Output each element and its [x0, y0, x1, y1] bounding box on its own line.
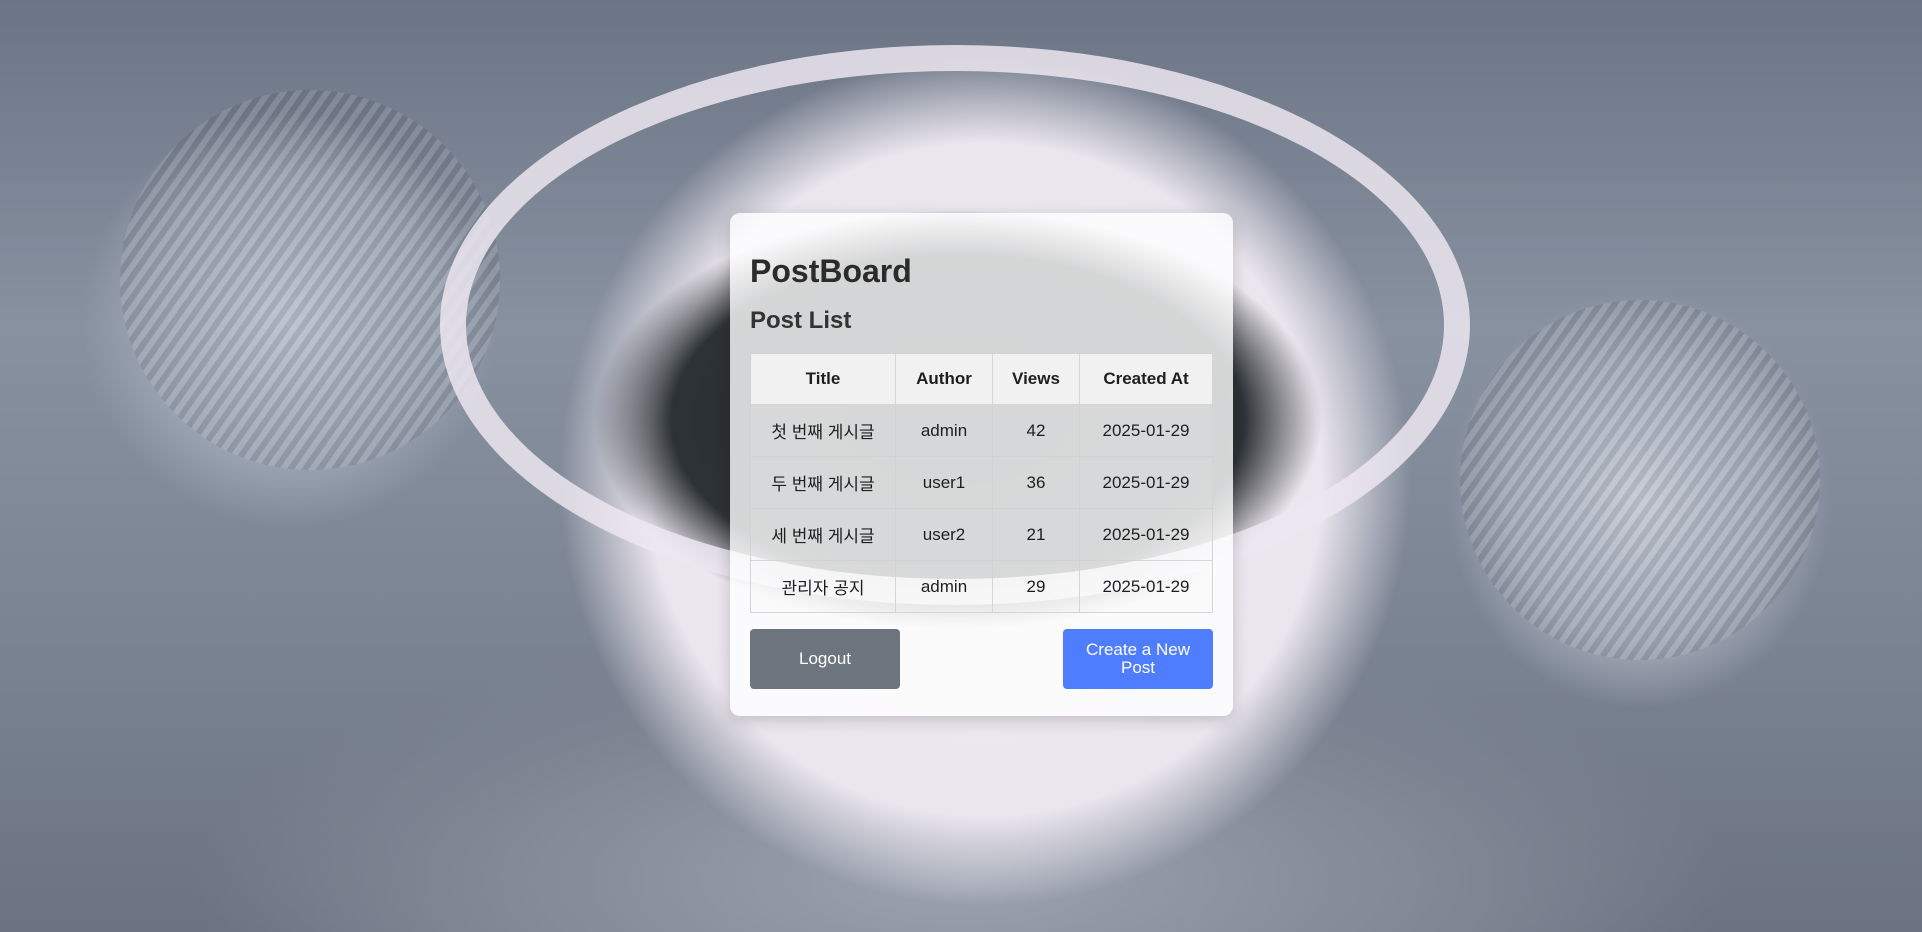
post-title-cell[interactable]: 관리자 공지 [750, 560, 896, 613]
column-header-views: Views [992, 353, 1080, 405]
post-views-cell: 42 [992, 404, 1080, 457]
column-header-created-at: Created At [1079, 353, 1213, 405]
action-bar: Logout Create a New Post [750, 629, 1213, 689]
page-title: Post List [750, 307, 852, 334]
mitten-right-decoration [1460, 300, 1820, 660]
post-author-cell: user2 [895, 508, 993, 561]
mitten-left-decoration [120, 90, 500, 470]
post-created-cell: 2025-01-29 [1079, 508, 1213, 561]
logout-button[interactable]: Logout [750, 629, 900, 689]
table-row[interactable]: 관리자 공지 admin 29 2025-01-29 [750, 560, 1213, 613]
post-author-cell: user1 [895, 456, 993, 509]
post-board-card: PostBoard Post List Title Author Views C… [730, 213, 1233, 716]
column-header-author: Author [895, 353, 993, 405]
post-views-cell: 29 [992, 560, 1080, 613]
post-created-cell: 2025-01-29 [1079, 560, 1213, 613]
brand-title: PostBoard [750, 253, 912, 289]
table-row[interactable]: 두 번째 게시글 user1 36 2025-01-29 [750, 456, 1213, 509]
post-table: Title Author Views Created At 첫 번째 게시글 a… [750, 353, 1213, 613]
post-author-cell: admin [895, 560, 993, 613]
post-views-cell: 21 [992, 508, 1080, 561]
create-post-button[interactable]: Create a New Post [1063, 629, 1213, 689]
post-created-cell: 2025-01-29 [1079, 404, 1213, 457]
post-author-cell: admin [895, 404, 993, 457]
post-title-cell[interactable]: 첫 번째 게시글 [750, 404, 896, 457]
table-row[interactable]: 첫 번째 게시글 admin 42 2025-01-29 [750, 404, 1213, 457]
post-title-cell[interactable]: 두 번째 게시글 [750, 456, 896, 509]
post-created-cell: 2025-01-29 [1079, 456, 1213, 509]
post-title-cell[interactable]: 세 번째 게시글 [750, 508, 896, 561]
table-row[interactable]: 세 번째 게시글 user2 21 2025-01-29 [750, 508, 1213, 561]
post-views-cell: 36 [992, 456, 1080, 509]
table-header-row: Title Author Views Created At [750, 353, 1213, 405]
column-header-title: Title [750, 353, 896, 405]
